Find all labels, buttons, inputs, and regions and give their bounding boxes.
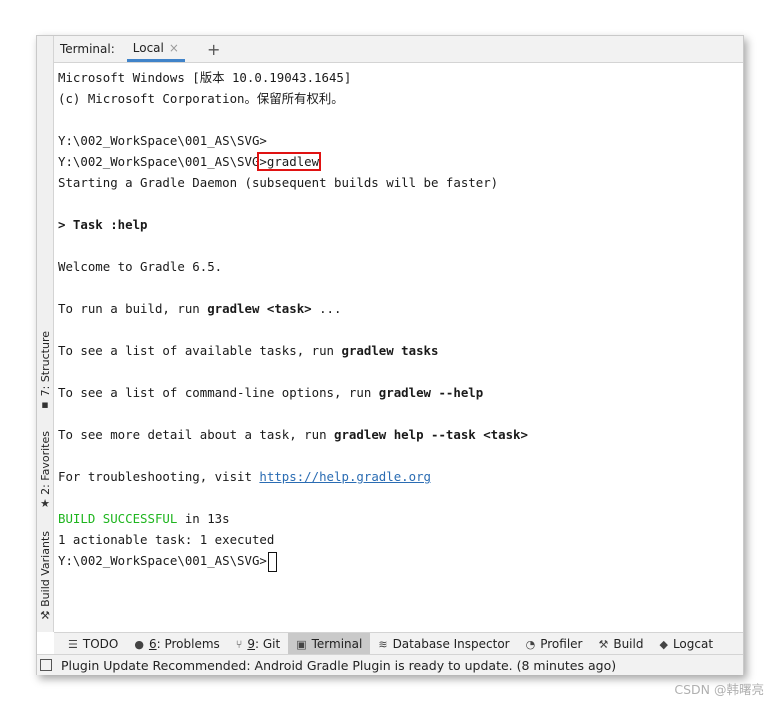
git-label: : Git (255, 637, 281, 651)
terminal-line: Y:\002_WorkSpace\001_AS\SVG> (58, 133, 267, 148)
star-icon: ★ (40, 496, 50, 510)
terminal-output[interactable]: Microsoft Windows [版本 10.0.19043.1645] (… (58, 67, 739, 627)
text-segment-bold: gradlew help --task <task> (334, 427, 528, 442)
profiler-tool-button[interactable]: ◔ Profiler (518, 633, 591, 655)
text-segment-bold: gradlew tasks (341, 343, 439, 358)
text-segment: To see a list of available tasks, run (58, 343, 342, 358)
git-tool-button[interactable]: ⑂ 9: Git (228, 633, 288, 655)
problems-icon: ● (134, 637, 144, 651)
terminal-blank (58, 109, 739, 130)
database-icon: ≋ (378, 637, 388, 651)
terminal-blank (58, 487, 739, 508)
database-inspector-tool-button[interactable]: ≋ Database Inspector (370, 633, 517, 655)
build-variants-tab-label: Build Variants (38, 531, 52, 607)
terminal-line: (c) Microsoft Corporation。保留所有权利。 (58, 91, 344, 106)
terminal-header: Terminal: Local × + (54, 36, 743, 63)
database-label: Database Inspector (392, 637, 510, 651)
terminal-line: To run a build, run gradlew <task> ... (58, 298, 739, 319)
close-icon[interactable]: × (169, 41, 179, 55)
terminal-blank (58, 319, 739, 340)
build-variants-tab[interactable]: Build Variants ⚒ (37, 531, 53, 622)
tab-local[interactable]: Local × (126, 36, 185, 62)
terminal-line: To see a list of command-line options, r… (58, 382, 739, 403)
build-label: Build (613, 637, 644, 651)
terminal-line: Y:\002_WorkSpace\001_AS\SVG>gradlew (58, 151, 739, 172)
text-segment: To see a list of command-line options, r… (58, 385, 379, 400)
text-segment: To see more detail about a task, run (58, 427, 335, 442)
add-tab-icon[interactable]: + (207, 40, 220, 59)
text-cursor (267, 551, 277, 572)
hammer-icon: ⚒ (598, 637, 609, 651)
build-success-text: BUILD SUCCESSFUL (58, 511, 178, 526)
problems-key: 6 (148, 637, 157, 651)
terminal-line: Welcome to Gradle 6.5. (58, 259, 223, 274)
structure-icon: ▪ (41, 398, 49, 412)
terminal-line: Y:\002_WorkSpace\001_AS\SVG> (58, 550, 739, 572)
text-segment: in 13s (177, 511, 230, 526)
terminal-line: For troubleshooting, visit https://help.… (58, 466, 739, 487)
todo-tool-button[interactable]: ☰ TODO (60, 633, 126, 655)
tab-local-label: Local (132, 40, 164, 55)
list-icon: ☰ (68, 637, 78, 651)
problems-label: : Problems (156, 637, 220, 651)
problems-tool-button[interactable]: ● 6: Problems (126, 633, 227, 655)
terminal-blank (58, 277, 739, 298)
terminal-icon: ▣ (296, 637, 307, 651)
watermark: CSDN @韩曙亮 (674, 682, 764, 697)
terminal-blank (58, 193, 739, 214)
gauge-icon: ◔ (525, 637, 536, 651)
git-branch-icon: ⑂ (235, 637, 243, 651)
terminal-blank (58, 445, 739, 466)
structure-tab[interactable]: 7: Structure ▪ (37, 331, 53, 411)
logcat-label: Logcat (672, 637, 714, 651)
text-segment: For troubleshooting, visit (58, 469, 260, 484)
favorites-tab[interactable]: 2: Favorites ★ (37, 431, 53, 510)
logcat-tool-button[interactable]: ◆ Logcat (651, 633, 721, 655)
terminal-line: BUILD SUCCESSFUL in 13s (58, 508, 739, 529)
text-segment-bold: gradlew <task> (207, 301, 312, 316)
help-link[interactable]: https://help.gradle.org (259, 469, 431, 484)
terminal-blank (58, 403, 739, 424)
terminal-blank (58, 361, 739, 382)
window-toggle-icon[interactable] (40, 659, 52, 671)
cat-icon: ◆ (659, 637, 668, 651)
profiler-label: Profiler (540, 637, 583, 651)
terminal-line: 1 actionable task: 1 executed (58, 532, 275, 547)
status-message[interactable]: Plugin Update Recommended: Android Gradl… (61, 658, 616, 673)
structure-tab-label: 7: Structure (38, 331, 52, 397)
terminal-line: Microsoft Windows [版本 10.0.19043.1645] (58, 70, 352, 85)
build-variants-icon: ⚒ (40, 608, 50, 622)
todo-label: TODO (82, 637, 119, 651)
favorites-tab-label: 2: Favorites (38, 431, 52, 495)
git-key: 9 (247, 637, 256, 651)
highlighted-command: >gradlew (257, 152, 322, 171)
terminal-label: Terminal (311, 637, 363, 651)
build-tool-button[interactable]: ⚒ Build (590, 633, 651, 655)
prompt-path: Y:\002_WorkSpace\001_AS\SVG> (58, 553, 267, 568)
text-segment: ... (311, 301, 342, 316)
status-bar: Plugin Update Recommended: Android Gradl… (37, 654, 743, 675)
text-segment-bold: gradlew --help (378, 385, 484, 400)
terminal-line: To see more detail about a task, run gra… (58, 424, 739, 445)
prompt-path: Y:\002_WorkSpace\001_AS\SVG (58, 154, 260, 169)
bottom-toolbar: ☰ TODO ● 6: Problems ⑂ 9: Git ▣ Terminal… (54, 632, 743, 655)
terminal-line: To see a list of available tasks, run gr… (58, 340, 739, 361)
terminal-line: > Task :help (58, 217, 148, 232)
left-tool-strip: 7: Structure ▪ 2: Favorites ★ Build Vari… (37, 36, 54, 632)
terminal-blank (58, 235, 739, 256)
terminal-line: Starting a Gradle Daemon (subsequent bui… (58, 175, 499, 190)
terminal-title: Terminal: (60, 42, 115, 56)
ide-window: 7: Structure ▪ 2: Favorites ★ Build Vari… (36, 35, 744, 675)
text-segment: To run a build, run (58, 301, 208, 316)
terminal-tool-button[interactable]: ▣ Terminal (288, 633, 371, 655)
